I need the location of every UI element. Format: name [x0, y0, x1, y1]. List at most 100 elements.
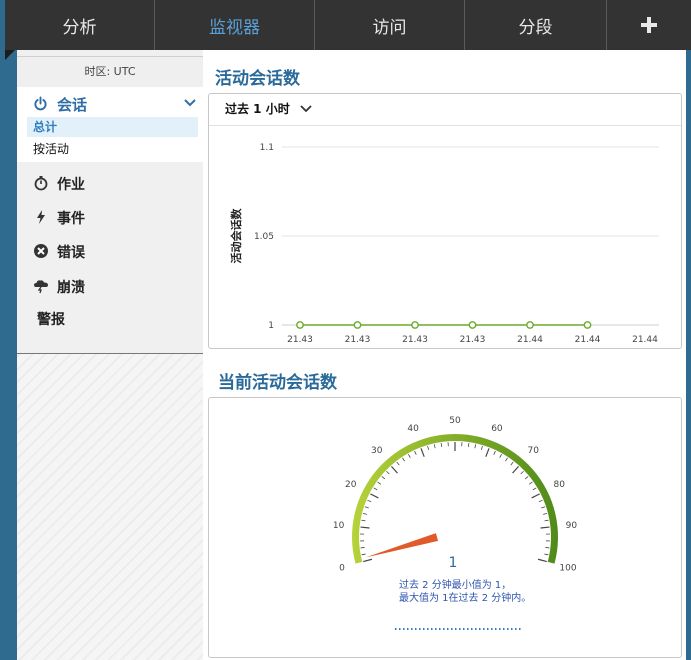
gauge-major-tick	[485, 448, 490, 457]
active-sessions-title: 活动会话数	[215, 69, 300, 89]
gauge-minor-tick	[373, 487, 378, 491]
gauge-minor-tick	[467, 442, 470, 448]
current-sessions-gauge: 0 10 20 30 40 50 60 70 80 90 100 1 过去 2 分钟最小值为 1，最大值…	[333, 416, 578, 630]
stopwatch-icon	[34, 176, 48, 191]
x-tick-label: 21.44	[517, 335, 543, 345]
gauge-minor-tick	[440, 442, 443, 448]
gauge-tick-label: 80	[554, 480, 566, 490]
gauge-major-tick	[420, 448, 425, 457]
gauge-tick-label: 40	[407, 424, 419, 434]
gauge-major-tick	[537, 558, 547, 563]
gauge-minor-tick	[505, 457, 508, 462]
sidebar-item-crashes[interactable]: 崩溃	[17, 274, 203, 298]
y-tick-label: 1.1	[260, 143, 274, 153]
timezone-label: 时区: UTC	[17, 56, 203, 88]
time-range-dropdown[interactable]: 过去 1 小时	[225, 100, 312, 117]
x-tick-label: 21.43	[345, 335, 371, 345]
active-sessions-line-chart: 1.1 1.05 1 活动会话数 21.43 21.43 21.43 21.43 21.44 21…	[229, 143, 659, 345]
plus-icon	[641, 17, 657, 33]
sidebar-item-jobs[interactable]: 作业	[17, 171, 203, 195]
gauge-tick-label: 100	[559, 563, 576, 573]
sidebar-item-alerts[interactable]: 警报	[17, 306, 203, 330]
nav-corner	[5, 50, 15, 60]
gauge-minor-tick	[480, 445, 483, 450]
current-sessions-title: 当前活动会话数	[218, 373, 337, 393]
x-tick-label: 21.43	[460, 335, 486, 345]
x-tick-label: 21.44	[575, 335, 601, 345]
gauge-needle	[365, 533, 439, 558]
sidebar-panel: 时区: UTC 会话 总计 按活动 作业 事件 错误 崩溃 警报	[17, 50, 203, 354]
gauge-minor-tick	[427, 445, 430, 450]
gauge-minor-tick	[377, 481, 382, 485]
gauge-minor-tick	[402, 457, 405, 462]
gauge-minor-tick	[538, 499, 543, 503]
gauge-tick-label: 20	[345, 480, 357, 490]
gauge-tick-label: 0	[339, 563, 345, 573]
gauge-tick-label: 90	[566, 521, 578, 531]
tab-monitor[interactable]: 监视器	[155, 0, 315, 50]
sidebar-subitem-by-activity[interactable]: 按活动	[27, 139, 198, 159]
sidebar-item-errors[interactable]: 错误	[17, 239, 203, 263]
gauge-major-tick	[360, 526, 370, 529]
gauge-minor-tick	[528, 481, 533, 485]
page-scrollbar[interactable]	[686, 50, 691, 660]
gauge-minor-tick	[361, 519, 366, 522]
data-point	[296, 321, 304, 329]
tab-label: 分析	[62, 17, 97, 38]
chevron-down-icon	[300, 104, 312, 112]
y-tick-label: 1	[268, 321, 274, 331]
chevron-down-icon[interactable]	[184, 98, 196, 108]
lightning-icon	[37, 210, 45, 224]
gauge-minor-tick	[474, 444, 477, 449]
data-point	[526, 321, 534, 329]
sidebar-item-label: 作业	[57, 177, 85, 193]
tab-label: 监视器	[209, 17, 260, 38]
gauge-tick-label: 30	[371, 446, 383, 456]
gauge-tick-label: 10	[333, 521, 345, 531]
gauge-tick-label: 50	[449, 416, 461, 426]
add-tab-button[interactable]	[607, 0, 691, 50]
gauge-minor-tick	[544, 519, 549, 522]
gauge-minor-tick	[544, 553, 549, 556]
tab-visits[interactable]: 访问	[315, 0, 465, 50]
gauge-minor-tick	[499, 454, 502, 458]
x-tick-label: 21.44	[632, 335, 658, 345]
gauge-minor-tick	[364, 506, 369, 509]
sidebar-subitem-total[interactable]: 总计	[27, 117, 198, 137]
active-sessions-card: 过去 1 小时 1.1 1.05 1 活动会话数 21.43 21.43 21.43 21.4…	[208, 93, 682, 349]
tab-analytics[interactable]: 分析	[5, 0, 155, 50]
sidebar-item-label: 崩溃	[57, 280, 85, 296]
power-icon	[34, 96, 47, 111]
gauge-minor-tick	[433, 444, 436, 449]
gauge-minor-tick	[408, 454, 411, 458]
storm-cloud-icon	[34, 280, 48, 294]
error-circle-icon	[34, 244, 48, 258]
x-tick-label: 21.43	[287, 335, 313, 345]
gauge-major-tick	[363, 558, 373, 563]
gauge-major-tick	[540, 526, 550, 529]
gauge-minor-tick	[532, 487, 537, 491]
gauge-caption-line1: 过去 2 分钟最小值为 1，	[399, 578, 511, 591]
sidebar-item-label: 警报	[37, 312, 65, 328]
x-tick-label: 21.43	[402, 335, 428, 345]
gauge-tick-label: 60	[491, 424, 503, 434]
gauge-major-tick	[531, 493, 540, 499]
data-point	[353, 321, 362, 329]
sidebar-item-events[interactable]: 事件	[17, 205, 203, 229]
gauge-minor-tick	[362, 512, 367, 515]
tab-segments[interactable]: 分段	[465, 0, 607, 50]
time-range-value: 过去 1 小时	[225, 102, 290, 116]
y-axis-label: 活动会话数	[229, 208, 243, 264]
gauge-major-tick	[370, 493, 379, 499]
gauge-minor-tick	[386, 470, 390, 475]
gauge-minor-tick	[524, 476, 529, 480]
tab-label: 分段	[518, 17, 553, 38]
data-point	[411, 321, 419, 329]
gauge-minor-tick	[520, 470, 524, 475]
gauge-minor-tick	[543, 512, 548, 515]
main-content: 活动会话数 过去 1 小时 1.1 1.05 1 活动会话数 21.43 21.43 21.…	[203, 50, 686, 660]
gauge-minor-tick	[541, 506, 546, 509]
sidebar-item-session[interactable]: 会话	[17, 93, 203, 115]
gauge-tick-label: 70	[528, 446, 540, 456]
sidebar-item-label: 错误	[57, 245, 85, 261]
